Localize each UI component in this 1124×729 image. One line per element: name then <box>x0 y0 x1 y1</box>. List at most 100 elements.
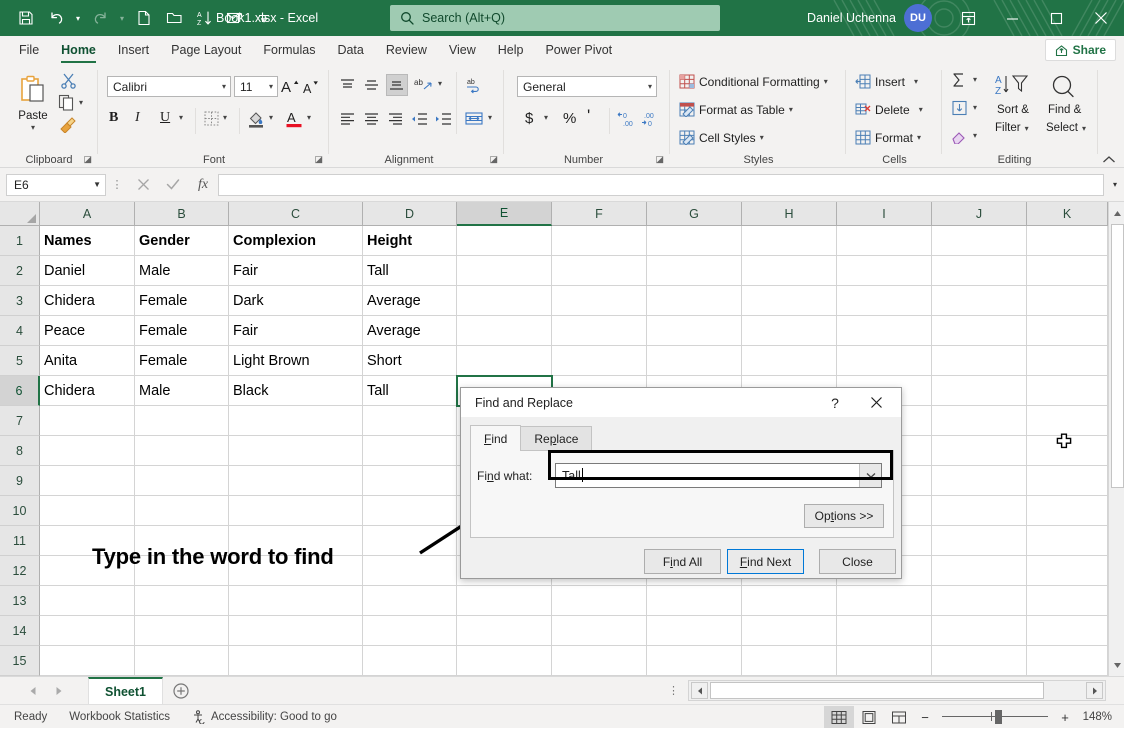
accessibility-status[interactable]: Accessibility: Good to go <box>192 710 337 724</box>
cell-G3[interactable] <box>647 286 742 316</box>
cell-D14[interactable] <box>363 616 457 646</box>
vertical-scrollbar[interactable] <box>1108 202 1124 676</box>
column-header-D[interactable]: D <box>363 202 457 226</box>
decrease-font-size-button[interactable]: A <box>303 77 321 97</box>
cell-C14[interactable] <box>229 616 363 646</box>
tab-help[interactable]: Help <box>487 36 535 64</box>
cell-J4[interactable] <box>932 316 1027 346</box>
cell-E4[interactable] <box>457 316 552 346</box>
cell-E3[interactable] <box>457 286 552 316</box>
cell-B3[interactable]: Female <box>135 286 229 316</box>
share-button[interactable]: Share <box>1045 39 1116 61</box>
increase-decimal-button[interactable]: 0 .00 <box>617 109 637 128</box>
cell-K11[interactable] <box>1027 526 1108 556</box>
cell-D13[interactable] <box>363 586 457 616</box>
cell-K1[interactable] <box>1027 226 1108 256</box>
cell-A1[interactable]: Names <box>40 226 135 256</box>
row-header-1[interactable]: 1 <box>0 226 40 256</box>
find-what-dropdown-icon[interactable] <box>859 464 881 487</box>
add-sheet-icon[interactable] <box>163 677 199 704</box>
cell-B1[interactable]: Gender <box>135 226 229 256</box>
cell-I13[interactable] <box>837 586 932 616</box>
column-header-F[interactable]: F <box>552 202 647 226</box>
horizontal-scrollbar[interactable] <box>688 680 1106 701</box>
delete-dropdown-icon[interactable]: ▾ <box>919 105 923 114</box>
workbook-statistics-button[interactable]: Workbook Statistics <box>69 711 170 723</box>
find-select-dropdown-icon[interactable]: ▾ <box>1082 124 1086 133</box>
row-header-5[interactable]: 5 <box>0 346 40 376</box>
cell-H15[interactable] <box>742 646 837 676</box>
dialog-help-icon[interactable]: ? <box>821 388 849 417</box>
formula-bar-grip[interactable]: ⋮ <box>106 178 128 191</box>
cell-J14[interactable] <box>932 616 1027 646</box>
font-color-dropdown-icon[interactable]: ▾ <box>307 113 311 122</box>
cell-H2[interactable] <box>742 256 837 286</box>
cell-G2[interactable] <box>647 256 742 286</box>
format-as-table-button[interactable]: Format as Table ▾ <box>679 102 793 117</box>
tab-review[interactable]: Review <box>375 36 438 64</box>
select-all-corner[interactable] <box>0 202 40 226</box>
increase-font-size-button[interactable]: A <box>281 76 300 96</box>
cell-G5[interactable] <box>647 346 742 376</box>
cell-K10[interactable] <box>1027 496 1108 526</box>
cell-K9[interactable] <box>1027 466 1108 496</box>
cell-styles-dropdown-icon[interactable]: ▾ <box>760 133 764 142</box>
top-align-button[interactable] <box>338 76 357 94</box>
close-icon[interactable] <box>1078 0 1124 36</box>
horizontal-scroll-thumb[interactable] <box>710 682 1044 699</box>
fill-button[interactable] <box>951 100 968 116</box>
fill-color-dropdown-icon[interactable]: ▾ <box>269 113 273 122</box>
cell-D2[interactable]: Tall <box>363 256 457 286</box>
cell-A14[interactable] <box>40 616 135 646</box>
cell-D11[interactable] <box>363 526 457 556</box>
tab-home[interactable]: Home <box>50 36 107 64</box>
cell-J11[interactable] <box>932 526 1027 556</box>
insert-cells-button[interactable]: Insert ▾ <box>855 74 918 89</box>
bold-button[interactable]: B <box>109 110 118 126</box>
cell-C1[interactable]: Complexion <box>229 226 363 256</box>
format-painter-button[interactable] <box>58 116 77 133</box>
cell-J10[interactable] <box>932 496 1027 526</box>
expand-formula-bar-icon[interactable]: ▾ <box>1106 174 1124 196</box>
row-header-4[interactable]: 4 <box>0 316 40 346</box>
copy-dropdown-icon[interactable]: ▾ <box>79 98 83 107</box>
font-size-dropdown-icon[interactable]: ▾ <box>265 82 273 91</box>
alignment-dialog-launcher-icon[interactable]: ◪ <box>489 154 498 165</box>
cell-K2[interactable] <box>1027 256 1108 286</box>
cell-C4[interactable]: Fair <box>229 316 363 346</box>
options-button[interactable]: Options >> <box>804 504 884 528</box>
cell-D12[interactable] <box>363 556 457 586</box>
clear-button[interactable] <box>951 128 968 144</box>
cell-H5[interactable] <box>742 346 837 376</box>
format-cells-button[interactable]: Format ▾ <box>855 130 921 145</box>
undo-icon[interactable] <box>42 5 70 31</box>
cell-A4[interactable]: Peace <box>40 316 135 346</box>
cell-styles-button[interactable]: Cell Styles ▾ <box>679 130 764 145</box>
cell-I4[interactable] <box>837 316 932 346</box>
cell-J3[interactable] <box>932 286 1027 316</box>
cell-I2[interactable] <box>837 256 932 286</box>
cell-A13[interactable] <box>40 586 135 616</box>
row-header-14[interactable]: 14 <box>0 616 40 646</box>
cell-H3[interactable] <box>742 286 837 316</box>
column-header-B[interactable]: B <box>135 202 229 226</box>
cell-A6[interactable]: Chidera <box>40 376 135 406</box>
tab-formulas[interactable]: Formulas <box>252 36 326 64</box>
cell-D6[interactable]: Tall <box>363 376 457 406</box>
cell-B15[interactable] <box>135 646 229 676</box>
borders-dropdown-icon[interactable]: ▾ <box>223 113 227 122</box>
format-as-table-dropdown-icon[interactable]: ▾ <box>789 105 793 114</box>
number-dialog-launcher-icon[interactable]: ◪ <box>655 154 664 165</box>
zoom-level[interactable]: 148% <box>1076 711 1124 723</box>
cell-I15[interactable] <box>837 646 932 676</box>
cell-D3[interactable]: Average <box>363 286 457 316</box>
cell-G15[interactable] <box>647 646 742 676</box>
cell-F3[interactable] <box>552 286 647 316</box>
cell-G13[interactable] <box>647 586 742 616</box>
cell-B4[interactable]: Female <box>135 316 229 346</box>
clear-dropdown-icon[interactable]: ▾ <box>973 131 977 140</box>
cell-B6[interactable]: Male <box>135 376 229 406</box>
align-right-button[interactable] <box>386 110 405 128</box>
sort-filter-button[interactable]: A Z <box>993 72 1029 98</box>
sheet-bar-grip[interactable]: ⋮ <box>668 684 679 697</box>
